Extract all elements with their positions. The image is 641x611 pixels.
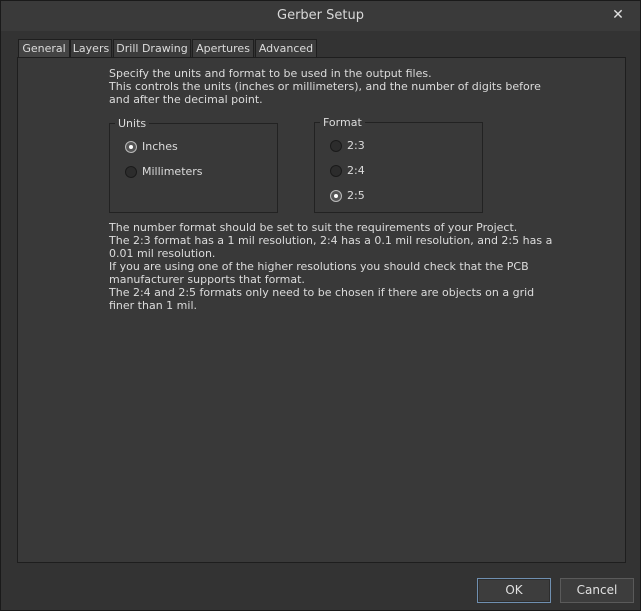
close-icon[interactable]: ✕ (608, 5, 628, 25)
units-millimeters-label: Millimeters (142, 165, 203, 178)
format-2-5-label: 2:5 (347, 189, 365, 202)
format-legend: Format (320, 116, 365, 129)
tab-general[interactable]: General (18, 39, 70, 58)
radio-indicator (330, 140, 342, 152)
radio-indicator (330, 190, 342, 202)
radio-indicator (330, 165, 342, 177)
gerber-setup-dialog: Gerber Setup ✕ General Layers Drill Draw… (0, 0, 641, 611)
units-inches-label: Inches (142, 140, 178, 153)
format-2-4-label: 2:4 (347, 164, 365, 177)
general-panel: Specify the units and format to be used … (17, 57, 626, 563)
tab-drill-drawing[interactable]: Drill Drawing (113, 39, 191, 57)
format-explanation-text: The number format should be set to suit … (109, 221, 553, 312)
tab-advanced[interactable]: Advanced (255, 39, 317, 57)
format-group: Format 2:3 2:4 2:5 (314, 116, 483, 213)
cancel-button[interactable]: Cancel (560, 578, 634, 603)
radio-indicator (125, 166, 137, 178)
format-2-3-label: 2:3 (347, 139, 365, 152)
title-bar[interactable]: Gerber Setup ✕ (1, 1, 640, 31)
tab-apertures[interactable]: Apertures (192, 39, 254, 57)
units-group: Units Inches Millimeters (109, 117, 278, 213)
window-title: Gerber Setup (277, 8, 364, 23)
radio-indicator (125, 141, 137, 153)
ok-button[interactable]: OK (477, 578, 551, 603)
units-legend: Units (115, 117, 150, 130)
tab-layers[interactable]: Layers (70, 39, 112, 57)
intro-text: Specify the units and format to be used … (109, 67, 541, 106)
